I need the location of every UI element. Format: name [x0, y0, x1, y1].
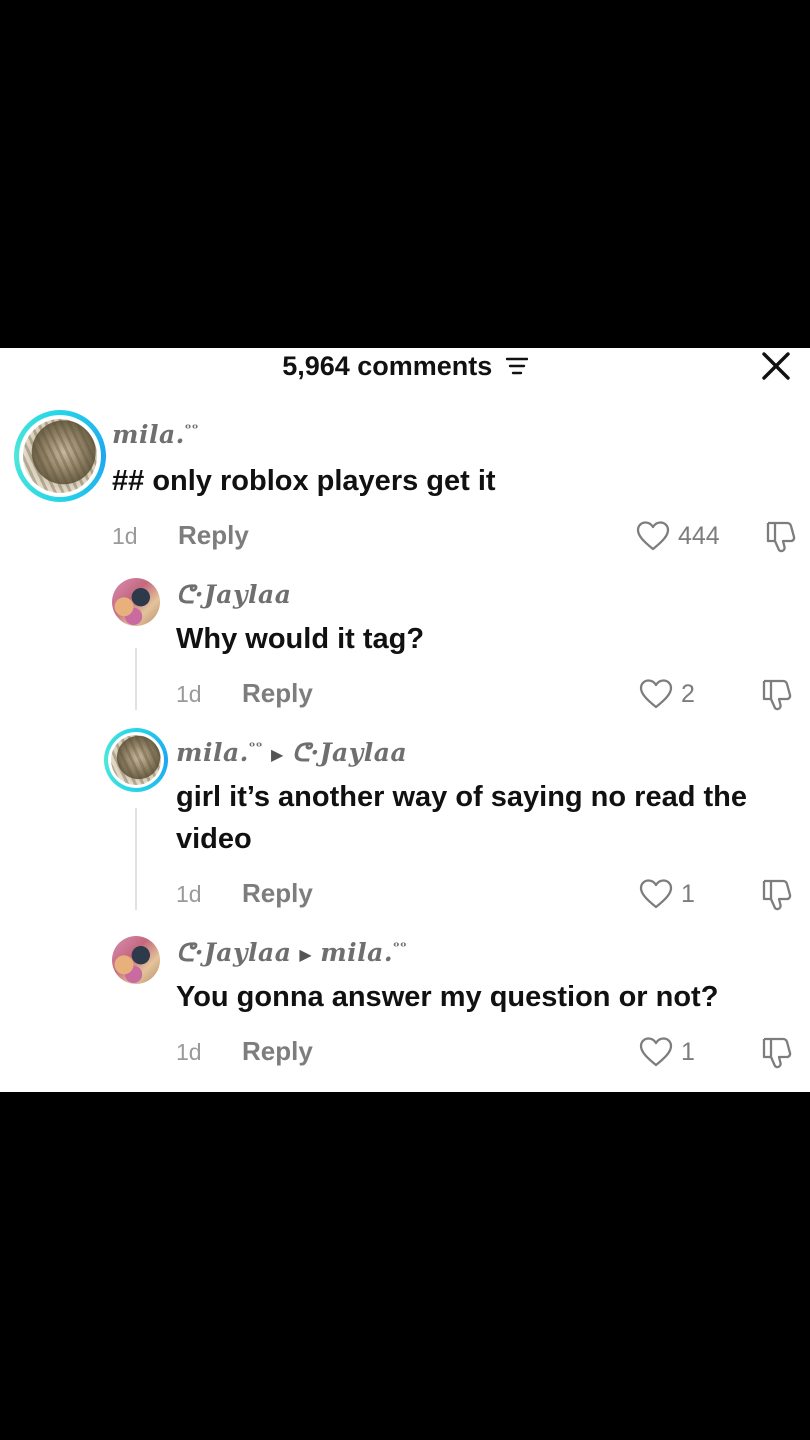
like-button[interactable]: 1: [639, 877, 695, 911]
like-button[interactable]: 444: [636, 519, 720, 553]
reply-button[interactable]: Reply: [242, 678, 313, 709]
comment-text: girl it’s another way of saying no read …: [176, 781, 747, 855]
comment-text: You gonna answer my question or not?: [176, 981, 719, 1013]
reply-to-username[interactable]: ᕦ·Jaylaa: [292, 738, 407, 767]
reply-button[interactable]: Reply: [242, 878, 313, 909]
reply-arrow-icon: ▶: [299, 945, 313, 964]
comment-time: 1d: [112, 523, 138, 549]
comment-count: 5,964 comments: [282, 350, 493, 381]
comments-sheet: 5,964 comments mila.ᵒᵒ ## only roblox pl…: [0, 348, 810, 1092]
dislike-icon[interactable]: [758, 676, 794, 712]
dislike-icon[interactable]: [762, 518, 798, 554]
avatar-story-ring[interactable]: [14, 410, 106, 502]
thread-line: [135, 808, 137, 910]
heart-icon: [639, 679, 673, 709]
comments-count-filter[interactable]: 5,964 comments: [0, 348, 810, 382]
comment-username[interactable]: ᕦ·Jaylaa: [176, 580, 291, 609]
comment-username[interactable]: mila.ᵒᵒ ▶ ᕦ·Jaylaa: [176, 738, 407, 767]
dislike-icon[interactable]: [758, 876, 794, 912]
like-button[interactable]: 2: [639, 677, 695, 711]
like-button[interactable]: 1: [639, 1035, 695, 1069]
like-count: 1: [681, 879, 695, 908]
comment-time: 1d: [176, 681, 202, 707]
thread-line: [135, 648, 137, 710]
reply-button[interactable]: Reply: [178, 520, 249, 551]
avatar[interactable]: [112, 936, 160, 984]
comment-text: ## only roblox players get it: [112, 465, 496, 497]
avatar[interactable]: [112, 578, 160, 626]
reply-to-username[interactable]: mila.: [320, 938, 393, 967]
comment-time: 1d: [176, 1039, 202, 1065]
heart-icon: [636, 521, 670, 551]
dislike-icon[interactable]: [758, 1034, 794, 1070]
comments-header: 5,964 comments: [0, 348, 810, 382]
close-icon[interactable]: [760, 350, 792, 382]
avatar-story-ring[interactable]: [104, 728, 168, 792]
heart-icon: [639, 879, 673, 909]
comment-text: Why would it tag?: [176, 623, 425, 655]
filter-icon[interactable]: [505, 356, 528, 376]
comment-username[interactable]: mila.ᵒᵒ: [112, 420, 199, 449]
reply-button[interactable]: Reply: [242, 1036, 313, 1067]
like-count: 2: [681, 679, 695, 708]
comment-username[interactable]: ᕦ·Jaylaa ▶ mila.ᵒᵒ: [176, 938, 407, 967]
comment-time: 1d: [176, 881, 202, 907]
like-count: 444: [678, 521, 720, 550]
heart-icon: [639, 1037, 673, 1067]
like-count: 1: [681, 1037, 695, 1066]
reply-arrow-icon: ▶: [270, 745, 284, 764]
